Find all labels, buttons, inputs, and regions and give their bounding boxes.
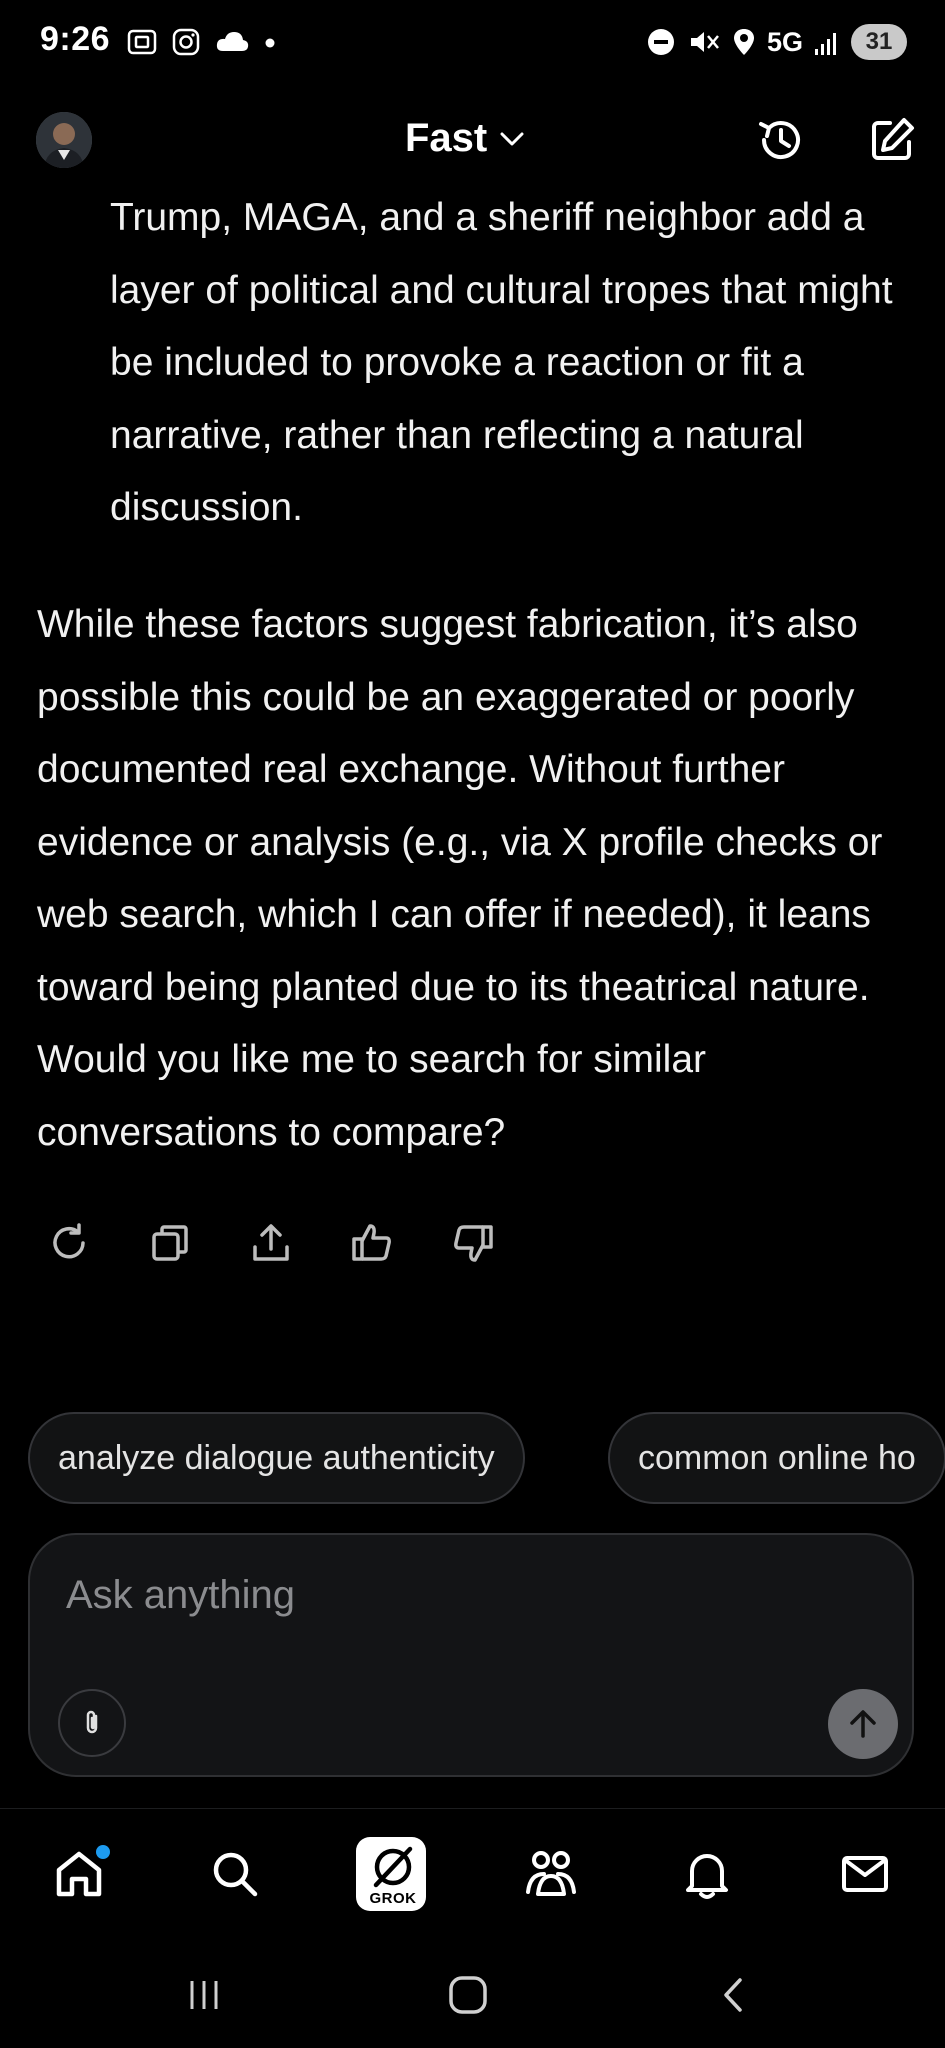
nav-notifications[interactable] [672,1839,742,1909]
history-button[interactable] [752,112,808,168]
status-right-icons: 5G 31 [645,24,907,60]
status-left-icons [126,26,278,58]
suggestion-chip[interactable]: analyze dialogue authenticity [28,1412,525,1504]
network-label: 5G [766,26,803,57]
home-square-icon [449,1976,487,2014]
nav-communities[interactable] [516,1839,586,1909]
notifications-icon [686,1854,728,1899]
arrow-up-icon [850,1710,876,1738]
message-actions [0,1218,945,1268]
system-nav-bar [0,1950,945,2040]
message-bullet-text: Trump, MAGA, and a sheriff neighbor add … [110,196,893,529]
model-selector[interactable]: Fast [405,116,527,161]
avatar[interactable] [36,112,92,168]
avatar-image [36,112,92,168]
chevron-down-icon [500,132,524,145]
recent-apps-button[interactable] [174,1970,234,2020]
suggestion-chip[interactable]: common online ho [608,1412,945,1504]
location-icon [733,29,754,55]
history-icon [759,121,800,160]
instagram-icon [172,28,200,56]
nav-home[interactable] [44,1839,114,1909]
back-button[interactable] [704,1970,764,2020]
back-icon [724,1978,742,2012]
compose-icon [872,118,914,160]
communities-icon [526,1851,576,1896]
thumbs-down-button[interactable] [448,1218,498,1268]
attach-button[interactable] [58,1689,126,1757]
notification-dot [96,1845,110,1859]
grok-chat-screen: 9:26 5G 31 Fast Trump, MAGA, and a sheri… [0,0,945,2048]
battery-indicator: 31 [851,24,907,60]
bottom-nav: GROK [0,1808,945,1939]
paperclip-icon [86,1710,98,1734]
status-time: 9:26 [40,20,111,58]
home-system-button[interactable] [438,1970,498,2020]
signal-icon [815,33,836,55]
copy-icon [152,1225,188,1261]
new-chat-button[interactable] [864,112,920,168]
status-bar: 9:26 5G 31 [0,0,945,90]
recent-apps-icon [190,1981,218,2009]
share-button[interactable] [246,1218,296,1268]
suggestion-chips: analyze dialogue authenticity common onl… [0,1412,945,1504]
do-not-disturb-icon [647,29,674,55]
nav-messages[interactable] [830,1839,900,1909]
screenshot-icon [127,29,157,55]
nav-search[interactable] [200,1839,270,1909]
dot-icon [265,38,275,48]
send-button[interactable] [828,1689,898,1759]
thumbs-up-icon [352,1224,391,1261]
grok-tile: GROK [356,1837,426,1911]
cloud-icon [216,32,249,51]
thumbs-up-button[interactable] [347,1218,397,1268]
mute-icon [690,32,719,52]
regenerate-icon [53,1223,85,1259]
message-paragraph: While these factors suggest fabrication,… [37,603,883,1154]
search-icon [213,1852,258,1897]
thumbs-down-icon [454,1225,493,1262]
messages-icon [842,1856,888,1892]
share-icon [253,1224,289,1261]
composer [28,1533,914,1777]
copy-button[interactable] [145,1218,195,1268]
app-header: Fast [0,100,945,180]
nav-grok[interactable]: GROK [356,1837,426,1911]
regenerate-button[interactable] [44,1218,94,1268]
model-label: Fast [405,116,488,160]
ask-input[interactable] [66,1573,826,1618]
grok-label: GROK [369,1890,417,1907]
